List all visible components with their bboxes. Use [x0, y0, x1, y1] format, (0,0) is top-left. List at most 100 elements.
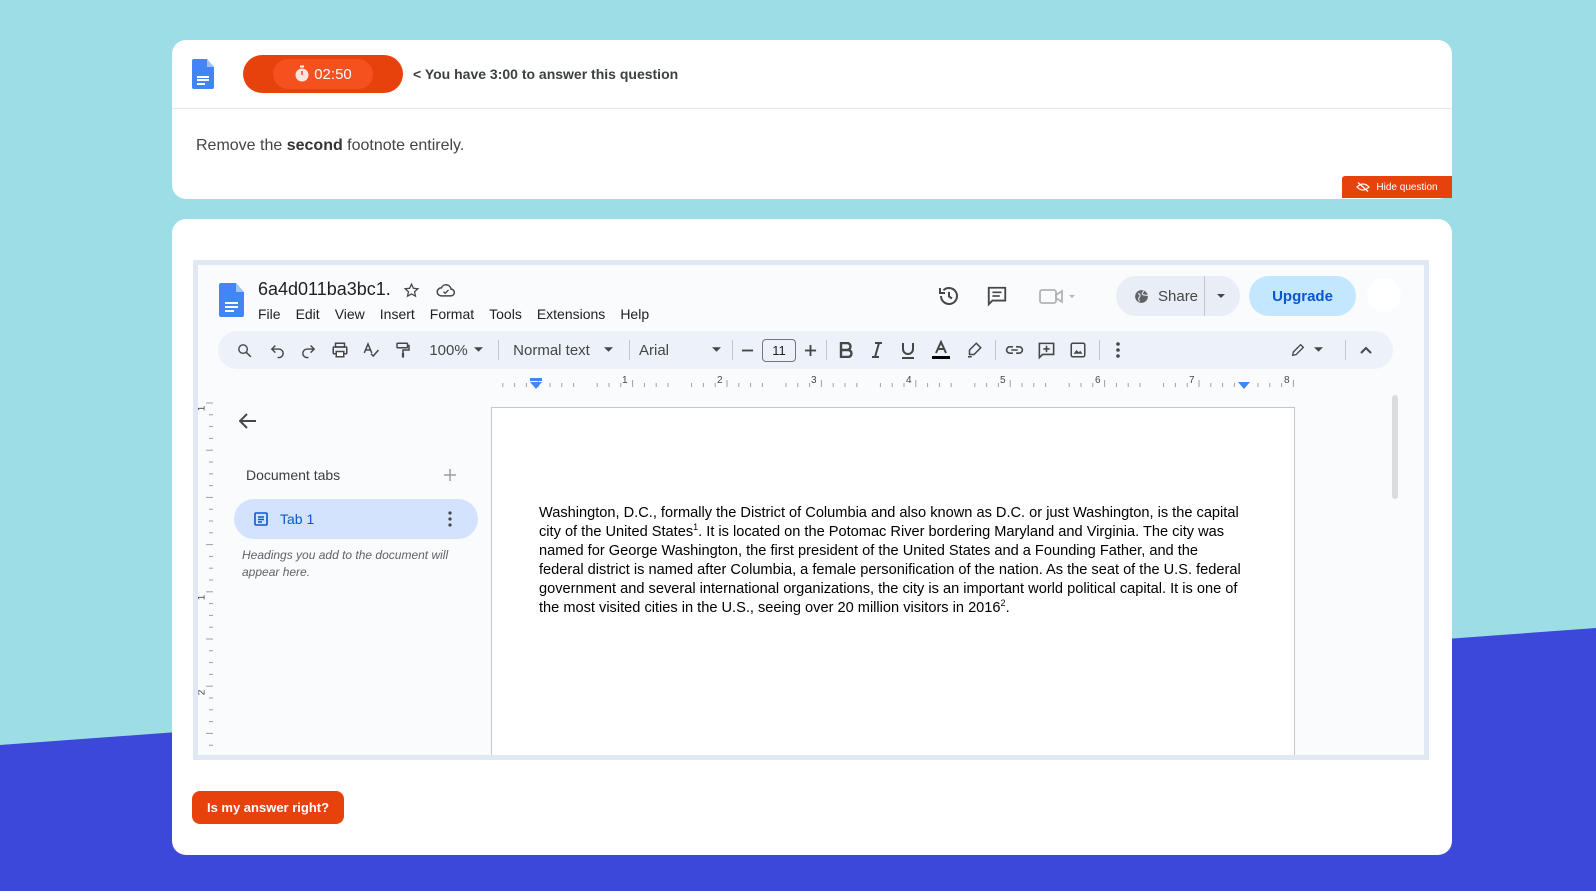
chevron-down-icon — [1313, 347, 1323, 352]
question-instruction: Remove the second footnote entirely. — [196, 137, 464, 155]
vertical-ruler-ticks — [206, 402, 213, 746]
font-family-select[interactable]: Arial — [639, 331, 721, 369]
share-label: Share — [1158, 287, 1199, 305]
undo-icon[interactable] — [265, 331, 289, 369]
editing-mode-select[interactable] — [1286, 331, 1326, 369]
more-options-icon[interactable] — [1108, 331, 1128, 369]
vruler-number: 1 — [196, 405, 208, 412]
print-icon[interactable] — [328, 331, 352, 369]
menu-bar: File Edit View Insert Format Tools Exten… — [258, 306, 649, 322]
ruler-number: 4 — [906, 375, 912, 386]
document-page[interactable]: Washington, D.C., formally the District … — [491, 407, 1295, 755]
version-history-icon[interactable] — [936, 283, 962, 309]
eye-off-icon — [1356, 182, 1371, 192]
body-text: . — [1005, 600, 1010, 616]
decrease-font-size-button[interactable] — [738, 331, 756, 369]
underline-icon[interactable] — [897, 331, 919, 369]
ruler-number: 7 — [1189, 375, 1195, 386]
left-indent-marker[interactable] — [530, 378, 542, 389]
menu-edit[interactable]: Edit — [296, 306, 320, 322]
menu-format[interactable]: Format — [430, 306, 474, 322]
menu-help[interactable]: Help — [620, 306, 649, 322]
menu-insert[interactable]: Insert — [380, 306, 415, 322]
share-divider — [1204, 276, 1205, 316]
hide-question-label: Hide question — [1376, 181, 1438, 193]
app-card: 6a4d011ba3bc1. File Edit View Insert For… — [172, 219, 1452, 855]
scrollbar-thumb[interactable] — [1392, 395, 1398, 499]
insert-link-icon[interactable] — [1002, 331, 1026, 369]
right-indent-marker[interactable] — [1238, 382, 1250, 390]
search-icon[interactable] — [232, 331, 256, 369]
add-comment-icon[interactable] — [1034, 331, 1058, 369]
bold-icon[interactable] — [835, 331, 857, 369]
ruler-ticks — [502, 380, 1294, 387]
timer-display: 02:50 — [273, 59, 373, 89]
chevron-down-icon — [603, 347, 613, 352]
zoom-select[interactable]: 100% — [424, 331, 488, 369]
paragraph-style-value: Normal text — [513, 341, 590, 359]
share-button[interactable]: Share — [1116, 276, 1240, 316]
font-family-value: Arial — [639, 341, 670, 359]
horizontal-ruler: 1 2 3 4 5 6 7 8 — [491, 375, 1311, 395]
text-color-icon[interactable] — [929, 331, 953, 369]
instruction-text: Remove the — [196, 137, 287, 154]
document-title[interactable]: 6a4d011ba3bc1. — [258, 279, 391, 300]
paragraph-style-select[interactable]: Normal text — [510, 331, 616, 369]
chevron-down-icon — [473, 347, 483, 352]
italic-icon[interactable] — [866, 331, 888, 369]
redo-icon[interactable] — [296, 331, 320, 369]
globe-icon — [1135, 289, 1149, 303]
check-answer-button[interactable]: Is my answer right? — [192, 791, 344, 824]
google-docs-window: 6a4d011ba3bc1. File Edit View Insert For… — [193, 260, 1429, 760]
vruler-number: 1 — [196, 594, 208, 601]
hide-question-button[interactable]: Hide question — [1342, 176, 1452, 198]
ruler-number: 8 — [1284, 375, 1290, 386]
stopwatch-icon — [295, 65, 309, 82]
cloud-status-icon[interactable] — [435, 280, 457, 300]
headings-hint: Headings you add to the document will ap… — [242, 548, 449, 579]
google-docs-icon — [192, 59, 214, 89]
chevron-down-icon — [712, 347, 721, 352]
menu-tools[interactable]: Tools — [489, 306, 522, 322]
menu-view[interactable]: View — [335, 306, 365, 322]
question-header: 02:50 < You have 3:00 to answer this que… — [172, 40, 1452, 109]
share-dropdown-icon[interactable] — [1216, 292, 1226, 300]
tab-label: Tab 1 — [280, 511, 315, 527]
menu-file[interactable]: File — [258, 306, 281, 322]
insert-image-icon[interactable] — [1066, 331, 1090, 369]
spellcheck-icon[interactable] — [359, 331, 383, 369]
vertical-ruler: 1 1 2 — [196, 395, 216, 755]
comments-icon[interactable] — [984, 283, 1010, 309]
ruler-number: 1 — [622, 375, 628, 386]
timer-message: < You have 3:00 to answer this question — [413, 66, 679, 82]
sidebar-item-tab-1[interactable]: Tab 1 — [234, 499, 478, 539]
ruler-number: 6 — [1095, 375, 1101, 386]
pencil-icon — [1291, 343, 1304, 357]
avatar[interactable] — [1367, 278, 1401, 312]
instruction-text-end: footnote entirely. — [342, 137, 465, 154]
upgrade-button[interactable]: Upgrade — [1249, 276, 1356, 316]
instruction-emphasis: second — [286, 137, 343, 154]
zoom-value: 100% — [429, 341, 468, 359]
ruler-number: 5 — [1000, 375, 1006, 386]
tab-more-icon[interactable] — [448, 511, 452, 527]
font-size-input[interactable]: 11 — [762, 339, 796, 362]
document-icon — [254, 512, 268, 526]
formatting-toolbar: 100% Normal text Arial 11 — [218, 331, 1393, 369]
vruler-number: 2 — [196, 689, 208, 696]
ruler-number: 3 — [811, 375, 817, 386]
star-icon[interactable] — [401, 280, 421, 300]
chevron-up-icon[interactable] — [1356, 331, 1376, 369]
increase-font-size-button[interactable] — [801, 331, 819, 369]
document-body[interactable]: Washington, D.C., formally the District … — [539, 504, 1244, 618]
timer-pill: 02:50 — [243, 55, 403, 93]
document-tabs-title: Document tabs — [246, 467, 341, 483]
back-arrow-icon[interactable] — [236, 409, 260, 433]
meet-video-icon[interactable] — [1036, 283, 1080, 309]
add-tab-icon[interactable] — [441, 466, 459, 484]
menu-extensions[interactable]: Extensions — [537, 306, 605, 322]
docs-home-icon[interactable] — [219, 283, 244, 317]
timer-value: 02:50 — [314, 65, 352, 83]
highlight-icon[interactable] — [962, 331, 986, 369]
paint-format-icon[interactable] — [391, 331, 415, 369]
